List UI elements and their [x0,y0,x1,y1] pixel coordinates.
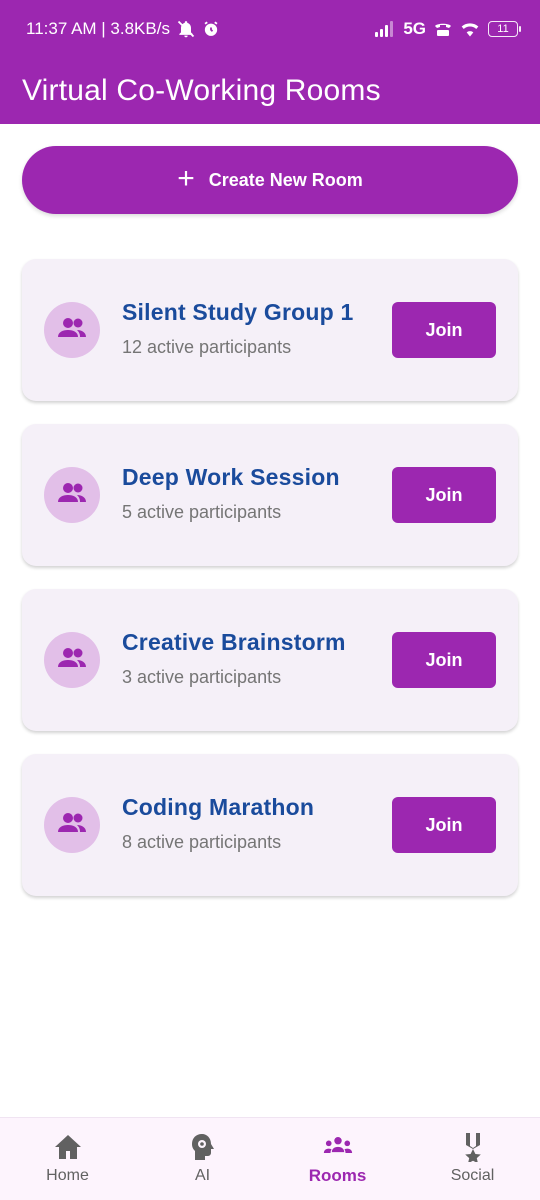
join-button[interactable]: Join [392,632,496,688]
alarm-icon [202,20,220,38]
room-avatar [44,302,100,358]
room-name: Creative Brainstorm [122,629,346,655]
medal-icon [458,1133,488,1162]
group-icon [57,647,87,674]
room-avatar [44,467,100,523]
group-icon [57,482,87,509]
signal-icon [375,21,395,37]
plus-icon: + [177,161,195,195]
room-participants: 8 active participants [122,832,282,852]
room-name: Coding Marathon [122,794,315,820]
groups-icon [323,1132,353,1160]
room-text: Deep Work Session 5 active participants [122,464,340,523]
nav-label: Home [46,1167,89,1184]
join-button[interactable]: Join [392,302,496,358]
app-bar: Virtual Co-Working Rooms [0,58,540,124]
create-room-label: Create New Room [208,169,363,190]
status-right: 5G 11 [375,19,521,39]
battery-level: 11 [497,23,509,35]
wifi-icon [460,21,480,37]
room-name: Deep Work Session [122,464,340,490]
silent-bell-icon [176,19,196,39]
room-card[interactable]: Creative Brainstorm 3 active participant… [22,589,518,731]
group-icon [57,812,87,839]
room-card[interactable]: Deep Work Session 5 active participants … [22,424,518,566]
room-text: Coding Marathon 8 active participants [122,794,314,853]
room-participants: 3 active participants [122,667,282,687]
app-root: 11:37 AM | 3.8KB/s 5G 11 Virtual Co-Work… [0,0,540,1200]
room-participants: 12 active participants [122,337,292,357]
nav-label: Rooms [308,1166,367,1185]
status-left: 11:37 AM | 3.8KB/s [26,19,220,39]
create-room-button[interactable]: + Create New Room [22,146,518,214]
nav-item-social[interactable]: Social [405,1118,540,1200]
status-time: 11:37 AM | 3.8KB/s [26,19,170,38]
nav-label: Social [450,1167,495,1184]
join-button[interactable]: Join [392,797,496,853]
nav-item-rooms[interactable]: Rooms [270,1118,405,1200]
room-list: Silent Study Group 1 12 active participa… [22,259,518,919]
room-participants: 5 active participants [122,502,282,522]
ai-head-gear-icon [188,1133,218,1161]
page-title: Virtual Co-Working Rooms [22,74,381,107]
join-button[interactable]: Join [392,467,496,523]
status-bar: 11:37 AM | 3.8KB/s 5G 11 [0,0,540,58]
room-avatar [44,797,100,853]
nav-item-ai[interactable]: AI [135,1118,270,1200]
nav-label: AI [194,1167,211,1184]
bottom-nav: Home AI Rooms Social [0,1117,540,1200]
nav-item-home[interactable]: Home [0,1118,135,1200]
network-type: 5G [403,19,426,38]
room-text: Silent Study Group 1 12 active participa… [122,299,353,358]
room-avatar [44,632,100,688]
room-name: Silent Study Group 1 [122,299,354,325]
battery-icon: 11 [488,21,521,37]
room-card[interactable]: Coding Marathon 8 active participants Jo… [22,754,518,896]
volte-icon [434,22,452,36]
room-text: Creative Brainstorm 3 active participant… [122,629,346,688]
group-icon [57,317,87,344]
room-card[interactable]: Silent Study Group 1 12 active participa… [22,259,518,401]
home-icon [53,1133,83,1161]
